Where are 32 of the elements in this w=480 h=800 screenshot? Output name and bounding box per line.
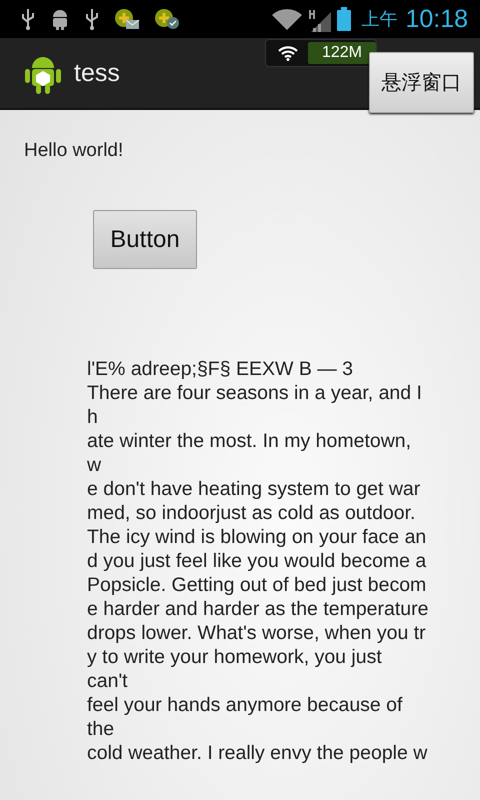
button[interactable]: Button: [93, 210, 197, 269]
ocr-text-line: Popsicle. Getting out of bed just becom: [87, 573, 428, 597]
ocr-text-line: feel your hands anymore because of: [87, 693, 404, 717]
ocr-text-line: l'E% adreep;§F§ EEXW B — 3: [87, 357, 354, 381]
usb-icon: [20, 8, 36, 30]
mail-notification-icon: [114, 8, 140, 30]
ocr-text-line: d you just feel like you would become a: [87, 549, 428, 573]
ocr-text-line: drops lower. What's worse, when you tr: [87, 621, 427, 645]
ocr-text-line: y to write your homework, you just: [87, 645, 383, 669]
usb-icon: [84, 8, 100, 30]
ocr-text-line: med, so indoorjust as cold as outdoor.: [87, 501, 416, 525]
ocr-text-line: can't: [87, 669, 129, 693]
memory-label: 122M: [308, 42, 376, 64]
check-notification-icon: [154, 8, 180, 30]
ocr-text-line: ate winter the most. In my hometown,: [87, 429, 412, 453]
greeting-text: Hello world!: [24, 140, 124, 162]
ocr-text-line: w: [87, 453, 102, 477]
ocr-text-line: The icy wind is blowing on your face an: [87, 525, 428, 549]
clock-time: 10:18: [405, 4, 468, 34]
battery-icon: [337, 7, 352, 31]
app-title: tess: [74, 58, 120, 88]
wifi-icon: [271, 8, 304, 30]
ocr-text-line: h: [87, 405, 99, 429]
wifi-icon: [278, 45, 298, 61]
ocr-text-line: There are four seasons in a year, and I: [87, 381, 423, 405]
android-icon: [50, 8, 70, 30]
am-pm-label: 上午: [361, 8, 398, 31]
ocr-text-line: e don't have heating system to get war: [87, 477, 422, 501]
ocr-text-line: cold weather. I really envy the people w: [87, 741, 428, 765]
ocr-text-line: the: [87, 717, 116, 741]
ocr-text-line: e harder and harder as the temperature: [87, 597, 428, 621]
floating-window-button[interactable]: 悬浮窗口: [369, 52, 474, 113]
